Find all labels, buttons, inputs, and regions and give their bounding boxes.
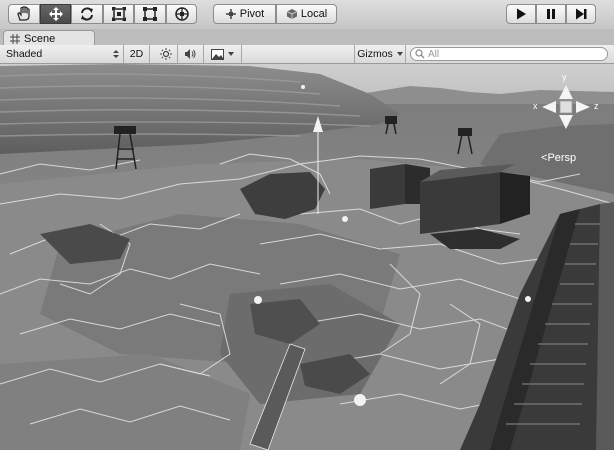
hand-icon [17, 6, 30, 21]
gizmo-center-cube [559, 100, 573, 114]
transform-icon [174, 7, 189, 21]
search-placeholder: All [428, 48, 440, 60]
pause-button[interactable] [536, 4, 566, 24]
rotate-icon [81, 7, 93, 21]
pivot-toggle[interactable]: Pivot [213, 4, 276, 24]
pivot-icon [225, 9, 236, 19]
scene-toolbar: Shaded 2D Gizmos All [0, 45, 614, 64]
move-icon [48, 7, 63, 21]
scale-tool-button[interactable] [103, 4, 134, 24]
shading-mode-dropdown[interactable]: Shaded [0, 45, 124, 63]
pause-icon [547, 9, 555, 19]
move-tool-button[interactable] [40, 4, 71, 24]
step-icon [576, 8, 587, 20]
scene-search-input[interactable]: All [410, 47, 608, 61]
gizmo-x-label: x [533, 101, 538, 111]
persp-text: Persp [547, 152, 577, 164]
local-label: Local [300, 8, 328, 20]
gizmos-dropdown[interactable]: Gizmos [354, 45, 406, 63]
shading-mode-value: Shaded [6, 48, 43, 60]
tab-bar: Scene [0, 29, 614, 46]
effects-dropdown[interactable] [204, 45, 242, 63]
grid-icon [10, 33, 20, 44]
local-toggle[interactable]: Local [276, 4, 337, 24]
main-toolbar: Pivot Local [0, 0, 614, 30]
cube-icon [286, 9, 298, 19]
gizmo-z-label: z [594, 101, 599, 111]
scene-viewport[interactable]: y x z <Persp [0, 64, 614, 450]
scene-render [0, 64, 614, 450]
play-button[interactable] [506, 4, 536, 24]
image-icon [211, 48, 224, 60]
gizmo-x-cone [542, 101, 556, 113]
pivot-label: Pivot [239, 8, 265, 20]
play-icon [517, 8, 526, 20]
dropdown-arrow-icon [113, 50, 119, 58]
rect-tool-button[interactable] [134, 4, 166, 24]
sun-icon [159, 48, 172, 60]
chevron-down-icon [228, 52, 234, 56]
gizmo-y-label: y [562, 72, 567, 82]
scale-icon [111, 7, 126, 21]
tab-scene-label: Scene [24, 32, 56, 45]
step-button[interactable] [566, 4, 596, 24]
lighting-toggle[interactable] [154, 45, 178, 63]
rotate-tool-button[interactable] [71, 4, 103, 24]
transform-tool-button[interactable] [166, 4, 197, 24]
camera-projection-label[interactable]: <Persp [541, 152, 576, 164]
chevron-down-icon [396, 52, 403, 56]
gizmos-label: Gizmos [357, 48, 393, 60]
tab-scene[interactable]: Scene [3, 30, 95, 46]
hand-tool-button[interactable] [8, 4, 40, 24]
gizmo-y-neg-cone [559, 115, 573, 129]
rect-icon [143, 7, 157, 21]
gizmo-z-cone [576, 101, 590, 113]
2d-mode-toggle[interactable]: 2D [124, 45, 150, 63]
gizmo-y-cone [559, 85, 573, 99]
orientation-gizmo[interactable]: y x z [530, 69, 606, 141]
audio-toggle[interactable] [178, 45, 204, 63]
speaker-icon [185, 49, 196, 59]
2d-mode-label: 2D [129, 48, 144, 60]
search-icon [415, 49, 425, 59]
